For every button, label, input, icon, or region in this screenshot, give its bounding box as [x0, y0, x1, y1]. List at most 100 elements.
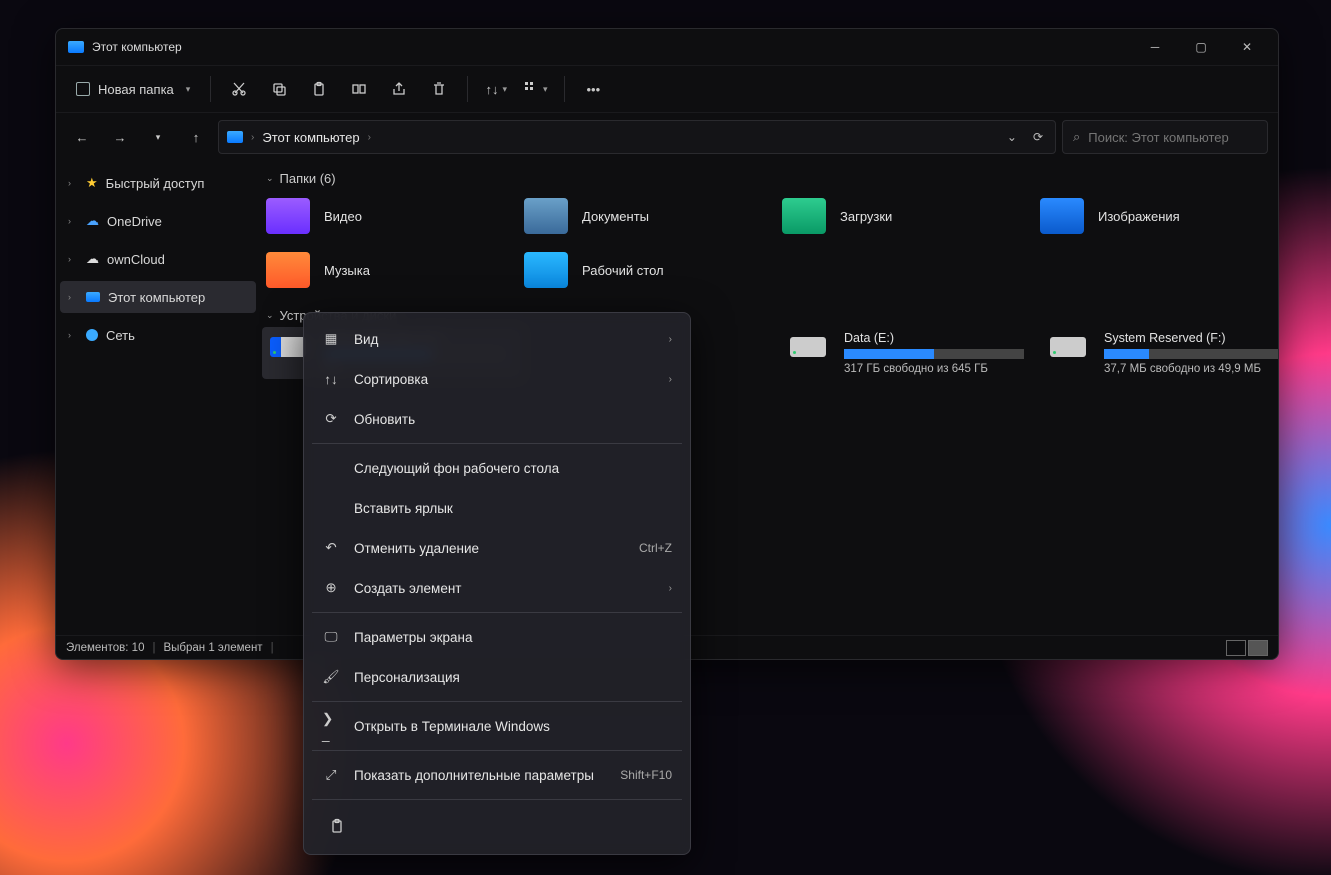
sidebar-item-quick-access[interactable]: ›★Быстрый доступ — [60, 167, 256, 199]
menu-personalize[interactable]: 🖌Персонализация — [310, 657, 684, 697]
pc-icon — [86, 292, 100, 302]
folder-documents[interactable]: Документы — [524, 194, 774, 238]
chevron-right-icon: › — [368, 132, 371, 143]
forward-button[interactable]: → — [104, 121, 136, 153]
history-button[interactable]: ▾ — [142, 121, 174, 153]
sidebar-item-label: ownCloud — [107, 252, 165, 267]
view-button[interactable]: ▾ — [518, 72, 554, 106]
sidebar-item-label: OneDrive — [107, 214, 162, 229]
paste-icon-button[interactable] — [320, 809, 354, 843]
menu-separator — [312, 799, 682, 800]
menu-separator — [312, 443, 682, 444]
cloud-icon: ☁ — [86, 251, 99, 267]
window-title: Этот компьютер — [92, 40, 182, 54]
folder-music[interactable]: Музыка — [266, 248, 516, 292]
drive-e[interactable]: Data (E:) 317 ГБ свободно из 645 ГБ — [786, 331, 1038, 375]
separator — [467, 76, 468, 102]
breadcrumb[interactable]: Этот компьютер — [262, 130, 359, 145]
music-folder-icon — [266, 252, 310, 288]
drive-icon — [786, 331, 830, 363]
video-folder-icon — [266, 198, 310, 234]
menu-view[interactable]: ▦Вид› — [310, 319, 684, 359]
group-header-label: Папки (6) — [280, 171, 336, 186]
folder-downloads[interactable]: Загрузки — [782, 194, 1032, 238]
close-button[interactable]: ✕ — [1224, 31, 1270, 63]
chevron-right-icon: › — [669, 374, 672, 385]
menu-sort[interactable]: ↑↓Сортировка› — [310, 359, 684, 399]
terminal-icon: ❯_ — [322, 711, 340, 742]
menu-display-settings[interactable]: 🖵Параметры экрана — [310, 617, 684, 657]
undo-icon: ↶ — [322, 540, 340, 556]
drive-f[interactable]: System Reserved (F:) 37,7 МБ свободно из… — [1046, 331, 1278, 375]
sidebar-item-this-pc[interactable]: ›Этот компьютер — [60, 281, 256, 313]
drive-label: System Reserved (F:) — [1104, 331, 1278, 345]
new-folder-label: Новая папка — [98, 82, 174, 97]
downloads-folder-icon — [782, 198, 826, 234]
menu-clipboard-row — [310, 804, 684, 848]
menu-refresh[interactable]: ⟳Обновить — [310, 399, 684, 439]
sort-icon: ↑↓ — [322, 372, 340, 387]
details-view-button[interactable] — [1226, 640, 1246, 656]
more-button[interactable]: ••• — [575, 72, 611, 106]
refresh-icon: ⟳ — [322, 411, 340, 427]
menu-next-background[interactable]: Следующий фон рабочего стола — [310, 448, 684, 488]
drive-icon — [1046, 331, 1090, 363]
group-header-folders[interactable]: ⌄Папки (6) — [266, 171, 1268, 186]
menu-separator — [312, 612, 682, 613]
status-selection: Выбран 1 элемент — [163, 642, 262, 654]
brush-icon: 🖌 — [322, 669, 340, 685]
new-folder-button[interactable]: Новая папка ▾ — [66, 72, 200, 106]
menu-label: Создать элемент — [354, 581, 461, 596]
menu-label: Вставить ярлык — [354, 501, 453, 516]
sort-button[interactable]: ↑↓▾ — [478, 72, 514, 106]
minimize-button[interactable]: ─ — [1132, 31, 1178, 63]
refresh-button[interactable]: ⟳ — [1029, 130, 1047, 144]
sidebar-item-owncloud[interactable]: ›☁ownCloud — [60, 243, 256, 275]
share-button[interactable] — [381, 72, 417, 106]
address-bar[interactable]: › Этот компьютер › ⌄ ⟳ — [218, 120, 1056, 154]
status-item-count: Элементов: 10 — [66, 642, 144, 654]
menu-label: Открыть в Терминале Windows — [354, 719, 550, 734]
folder-pictures[interactable]: Изображения — [1040, 194, 1278, 238]
new-folder-icon — [76, 82, 90, 96]
chevron-right-icon: › — [669, 583, 672, 594]
usage-bar — [844, 349, 1024, 359]
search-input[interactable] — [1088, 130, 1264, 145]
menu-shortcut: Ctrl+Z — [639, 541, 672, 555]
delete-button[interactable] — [421, 72, 457, 106]
menu-show-more[interactable]: ⤢Показать дополнительные параметрыShift+… — [310, 755, 684, 795]
menu-label: Вид — [354, 332, 378, 347]
search-box[interactable]: ⌕ — [1062, 120, 1268, 154]
sidebar-item-onedrive[interactable]: ›☁OneDrive — [60, 205, 256, 237]
network-icon — [86, 329, 98, 341]
folder-video[interactable]: Видео — [266, 194, 516, 238]
menu-open-terminal[interactable]: ❯_ Открыть в Терминале Windows — [310, 706, 684, 746]
sidebar-item-label: Этот компьютер — [108, 290, 205, 305]
pc-icon — [68, 41, 84, 53]
drive-label: Data (E:) — [844, 331, 1038, 345]
menu-paste-shortcut[interactable]: Вставить ярлык — [310, 488, 684, 528]
menu-separator — [312, 701, 682, 702]
address-dropdown-button[interactable]: ⌄ — [1003, 130, 1021, 144]
tiles-view-button[interactable] — [1248, 640, 1268, 656]
rename-button[interactable] — [341, 72, 377, 106]
documents-folder-icon — [524, 198, 568, 234]
back-button[interactable]: ← — [66, 121, 98, 153]
cut-button[interactable] — [221, 72, 257, 106]
drive-free-text: 37,7 МБ свободно из 49,9 МБ — [1104, 363, 1278, 375]
sidebar-item-label: Сеть — [106, 328, 135, 343]
folder-label: Изображения — [1098, 209, 1180, 224]
sidebar-item-label: Быстрый доступ — [106, 176, 205, 191]
folder-desktop[interactable]: Рабочий стол — [524, 248, 774, 292]
menu-new[interactable]: ⊕Создать элемент› — [310, 568, 684, 608]
search-icon: ⌕ — [1073, 129, 1080, 145]
menu-shortcut: Shift+F10 — [620, 768, 672, 782]
separator — [564, 76, 565, 102]
more-icon: ⤢ — [322, 767, 340, 783]
sidebar-item-network[interactable]: ›Сеть — [60, 319, 256, 351]
paste-button[interactable] — [301, 72, 337, 106]
menu-undo-delete[interactable]: ↶Отменить удалениеCtrl+Z — [310, 528, 684, 568]
copy-button[interactable] — [261, 72, 297, 106]
maximize-button[interactable]: ▢ — [1178, 31, 1224, 63]
up-button[interactable]: ↑ — [180, 121, 212, 153]
